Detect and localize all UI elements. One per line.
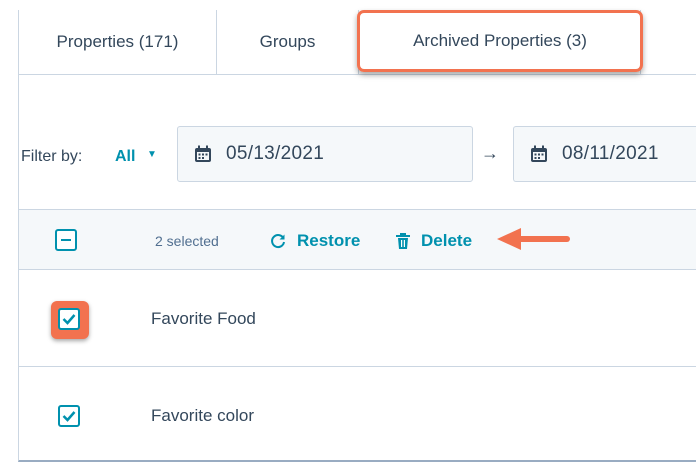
start-date-input[interactable]: 05/13/2021: [177, 126, 473, 182]
bulk-action-bar: 2 selected Restore Delete: [19, 210, 696, 270]
table-row[interactable]: Favorite Food: [19, 270, 696, 367]
restore-label: Restore: [297, 231, 361, 250]
restore-button[interactable]: Restore: [269, 231, 360, 251]
property-name[interactable]: Favorite color: [151, 406, 254, 426]
row-checkbox[interactable]: [58, 308, 80, 330]
trash-icon: [396, 233, 410, 249]
date-range-arrow: →: [481, 143, 499, 163]
callout-arrow-icon: [497, 228, 570, 250]
end-date-value: 08/11/2021: [562, 143, 659, 164]
start-date-value: 05/13/2021: [226, 143, 325, 164]
property-name[interactable]: Favorite Food: [151, 309, 256, 329]
calendar-icon: [531, 145, 547, 162]
tab-bar: Properties (171) Groups Archived Propert…: [19, 10, 696, 75]
filter-label: Filter by:: [21, 148, 83, 165]
archived-properties-table: 2 selected Restore Delete Favorite Food …: [19, 209, 696, 462]
refresh-icon: [271, 234, 285, 249]
tab-groups[interactable]: Groups: [217, 10, 359, 74]
tab-properties[interactable]: Properties (171): [19, 10, 217, 74]
selected-count: 2 selected: [155, 233, 219, 249]
chevron-down-icon[interactable]: ▼: [147, 149, 157, 160]
checkmark-icon: [62, 411, 76, 422]
filter-dropdown[interactable]: All: [115, 148, 135, 166]
tab-archived-properties[interactable]: Archived Properties (3): [357, 10, 643, 74]
select-all-checkbox[interactable]: [55, 229, 77, 251]
delete-label: Delete: [421, 231, 473, 250]
tab-archived-properties-label: Archived Properties (3): [357, 10, 643, 72]
end-date-input[interactable]: 08/11/2021: [513, 126, 696, 182]
archived-properties-panel: Properties (171) Groups Archived Propert…: [18, 10, 696, 462]
delete-button[interactable]: Delete: [395, 231, 472, 251]
checkmark-icon: [62, 314, 76, 325]
row-checkbox[interactable]: [58, 405, 80, 427]
calendar-icon: [195, 145, 211, 162]
table-row[interactable]: Favorite color: [19, 367, 696, 464]
